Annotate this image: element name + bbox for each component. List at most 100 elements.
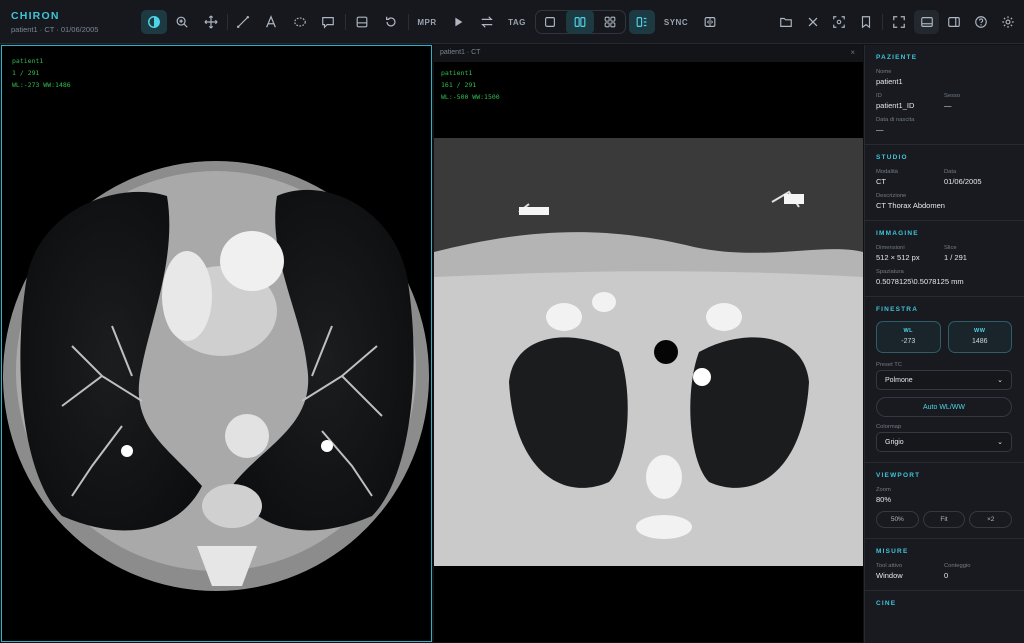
wl-label: WL — [903, 328, 914, 334]
layout-single-icon[interactable] — [537, 10, 563, 34]
info-panel: PAZIENTE Nome patient1 ID patient1_ID Se… — [864, 45, 1024, 643]
image-spacing: 0.5078125\0.5078125 mm — [876, 277, 964, 286]
fullscreen-icon[interactable] — [889, 10, 909, 34]
ruler-icon[interactable] — [233, 10, 253, 34]
measures-section-title: MISURE — [876, 548, 909, 555]
patient-sex-label: Sesso — [944, 93, 961, 99]
patient-section: PAZIENTE Nome patient1 ID patient1_ID Se… — [865, 45, 1024, 145]
patient-name-label: Nome — [876, 69, 892, 75]
cine-section-title: CINE — [876, 600, 897, 607]
viewport-header: patient1 · CT × — [434, 45, 863, 62]
mpr-button[interactable]: MPR — [414, 10, 440, 34]
patient-section-title: PAZIENTE — [876, 54, 918, 61]
comment-icon[interactable] — [318, 10, 338, 34]
colormap-value: Grigio — [885, 438, 904, 446]
ww-value: 1486 — [971, 338, 988, 345]
toolbar: CHIRON patient1 · CT · 01/06/2005 MPR TA… — [0, 0, 1024, 44]
ellipse-roi-icon[interactable] — [290, 10, 310, 34]
auto-wl-ww-button[interactable]: Auto WL/WW — [876, 397, 1012, 417]
wl-value: -273 — [901, 338, 916, 345]
overlay-slice: 1 / 291 — [12, 69, 40, 77]
chevron-down-icon: ⌄ — [997, 377, 1003, 384]
patient-dob: — — [876, 125, 884, 134]
viewport-axial[interactable]: patient1 1 / 291 WL:-273 WW:1486 — [1, 45, 432, 642]
preset-select[interactable]: Polmone ⌄ — [876, 370, 1012, 390]
study-modality: CT — [876, 177, 886, 186]
viewport-close-icon[interactable]: × — [850, 48, 855, 57]
study-date: 01/06/2005 — [944, 177, 982, 186]
screenshot-icon[interactable] — [829, 10, 849, 34]
measures-section: MISURE Tool attivo Window Conteggio 0 — [865, 539, 1024, 591]
sync-split-icon[interactable] — [700, 10, 720, 34]
study-section-title: STUDIO — [876, 154, 908, 161]
window-section: FINESTRA WL -273 WW 1486 Preset TC Polmo… — [865, 297, 1024, 463]
viewport-header-label: patient1 · CT — [440, 49, 481, 56]
study-modality-label: Modalità — [876, 169, 898, 175]
patient-id-label: ID — [876, 93, 882, 99]
pan-icon[interactable] — [201, 10, 221, 34]
settings-gear-icon[interactable] — [998, 10, 1018, 34]
count-label: Conteggio — [944, 563, 971, 569]
ct-secondary-image — [434, 138, 863, 566]
brand: CHIRON patient1 · CT · 01/06/2005 — [11, 10, 98, 34]
zoom-50-button[interactable]: 50% — [876, 511, 919, 528]
zoom-label: Zoom — [876, 487, 891, 493]
app-subtitle: patient1 · CT · 01/06/2005 — [11, 25, 99, 34]
reset-icon[interactable] — [381, 10, 401, 34]
viewport-secondary[interactable]: patient1 · CT × patient1 161 / 291 WL:-5… — [434, 45, 863, 642]
patient-sex: — — [944, 101, 952, 110]
side-panel-icon[interactable] — [944, 10, 964, 34]
colormap-select[interactable]: Grigio ⌄ — [876, 432, 1012, 452]
text-annotation-icon[interactable] — [261, 10, 281, 34]
bookmark-icon[interactable] — [856, 10, 876, 34]
layout-split-icon[interactable] — [352, 10, 372, 34]
bottom-panel-icon[interactable] — [914, 10, 939, 34]
compare-icon[interactable] — [629, 10, 655, 34]
tag-button[interactable]: TAG — [505, 10, 529, 34]
image-section: IMMAGINE Dimensioni 512 × 512 px Slice 1… — [865, 221, 1024, 297]
layout-double-icon[interactable] — [566, 10, 594, 34]
viewport-section: VIEWPORT Zoom 80% 50% Fit ×2 — [865, 463, 1024, 539]
image-dimensions-label: Dimensioni — [876, 245, 905, 251]
viewport-overlay-info: patient1 161 / 291 WL:-500 WW:1500 — [441, 67, 500, 103]
overlay-patient: patient1 — [12, 57, 44, 65]
patient-name: patient1 — [876, 77, 903, 86]
count-value: 0 — [944, 571, 949, 580]
wl-field[interactable]: WL -273 — [876, 321, 941, 353]
overlay-patient: patient1 — [441, 69, 473, 77]
image-dimensions: 512 × 512 px — [876, 253, 920, 262]
chevron-down-icon: ⌄ — [997, 439, 1003, 446]
study-description: CT Thorax Abdomen — [876, 201, 945, 210]
folder-icon[interactable] — [776, 10, 796, 34]
zoom-2x-button[interactable]: ×2 — [969, 511, 1013, 528]
play-icon[interactable] — [448, 10, 468, 34]
patient-id: patient1_ID — [876, 101, 915, 110]
swap-icon[interactable] — [477, 10, 497, 34]
image-slice-label: Slice — [944, 245, 957, 251]
help-icon[interactable] — [971, 10, 991, 34]
image-section-title: IMMAGINE — [876, 230, 919, 237]
overlay-window: WL:-273 WW:1486 — [12, 81, 71, 89]
colormap-label: Colormap — [876, 424, 902, 430]
layout-grid-icon[interactable] — [597, 10, 623, 34]
contrast-icon[interactable] — [141, 10, 167, 34]
study-date-label: Data — [944, 169, 957, 175]
ct-axial-image — [3, 161, 429, 591]
active-tool: Window — [876, 571, 903, 580]
overlay-window: WL:-500 WW:1500 — [441, 93, 500, 101]
app-title: CHIRON — [11, 10, 60, 22]
window-section-title: FINESTRA — [876, 306, 919, 313]
sync-button[interactable]: SYNC — [662, 10, 690, 34]
ww-label: WW — [974, 328, 986, 334]
viewport-section-title: VIEWPORT — [876, 472, 921, 479]
image-slice: 1 / 291 — [944, 253, 967, 262]
ww-field[interactable]: WW 1486 — [947, 321, 1012, 353]
overlay-slice: 161 / 291 — [441, 81, 477, 89]
image-spacing-label: Spaziatura — [876, 269, 904, 275]
patient-dob-label: Data di nascita — [876, 117, 915, 123]
zoom-fit-button[interactable]: Fit — [922, 511, 966, 528]
viewport-overlay-info: patient1 1 / 291 WL:-273 WW:1486 — [12, 55, 71, 91]
zoom-icon[interactable] — [172, 10, 192, 34]
preset-value: Polmone — [885, 376, 913, 384]
close-icon[interactable] — [803, 10, 823, 34]
